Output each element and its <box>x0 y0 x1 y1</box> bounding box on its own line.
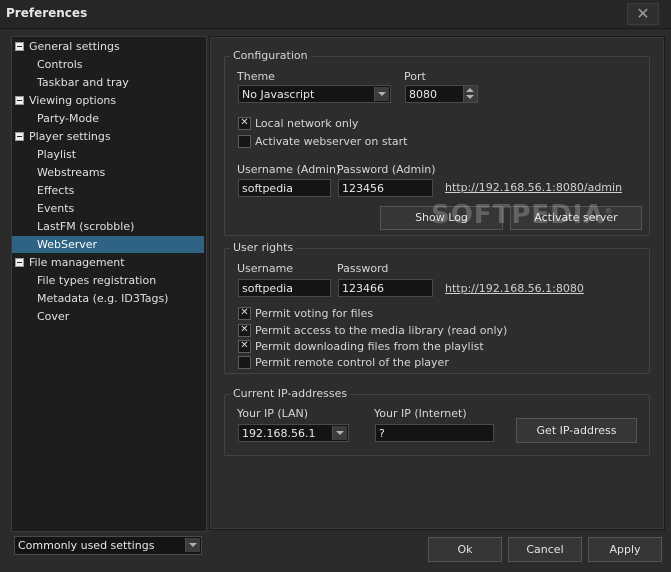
tree-item[interactable]: Effects <box>12 182 204 199</box>
collapse-icon[interactable] <box>15 42 24 51</box>
tree-item[interactable]: Taskbar and tray <box>12 74 204 91</box>
port-value: 8080 <box>409 88 437 101</box>
tree-item[interactable]: Viewing options <box>12 92 204 109</box>
window-title: Preferences <box>6 6 88 20</box>
permit-library-checkbox[interactable]: ✕ <box>238 324 251 337</box>
settings-filter-combo[interactable]: Commonly used settings <box>14 536 202 555</box>
admin-password-field[interactable]: 123456 <box>338 179 433 197</box>
tree-item[interactable]: LastFM (scrobble) <box>12 218 204 235</box>
tree-item-label: Taskbar and tray <box>37 76 129 89</box>
internet-ip-field[interactable]: ? <box>375 424 494 442</box>
get-ip-button[interactable]: Get IP-address <box>516 418 637 443</box>
tree-item-label: File management <box>29 256 125 269</box>
tree-item-label: Cover <box>37 310 70 323</box>
admin-url-link[interactable]: http://192.168.56.1:8080/admin <box>445 181 622 194</box>
theme-label: Theme <box>237 70 275 83</box>
tree-item[interactable]: File types registration <box>12 272 204 289</box>
permit-voting-checkbox[interactable]: ✕ <box>238 307 251 320</box>
password-label: Password <box>337 262 389 275</box>
permit-voting-label: Permit voting for files <box>255 307 374 320</box>
admin-password-label: Password (Admin) <box>337 163 436 176</box>
activate-on-start-label: Activate webserver on start <box>255 135 408 148</box>
permit-remote-label: Permit remote control of the player <box>255 356 449 369</box>
user-url-link[interactable]: http://192.168.56.1:8080 <box>445 282 584 295</box>
username-field[interactable]: softpedia <box>238 279 331 297</box>
settings-filter-value: Commonly used settings <box>18 539 155 552</box>
tree-item[interactable]: Party-Mode <box>12 110 204 127</box>
collapse-icon[interactable] <box>15 96 24 105</box>
close-icon: ✕ <box>636 4 650 23</box>
tree-item-label: Effects <box>37 184 75 197</box>
tree-item-label: General settings <box>29 40 120 53</box>
admin-username-label: Username (Admin) <box>237 163 341 176</box>
tree-item-label: Events <box>37 202 75 215</box>
permit-download-checkbox[interactable]: ✕ <box>238 340 251 353</box>
close-button[interactable]: ✕ <box>627 3 659 25</box>
permit-library-label: Permit access to the media library (read… <box>255 324 508 337</box>
tree-item[interactable]: Cover <box>12 308 204 325</box>
tree-item-label: Viewing options <box>29 94 117 107</box>
theme-combo[interactable]: No Javascript <box>238 85 391 103</box>
tree-item-label: WebServer <box>37 238 98 251</box>
local-network-checkbox[interactable]: ✕ <box>238 117 251 130</box>
activate-on-start-checkbox[interactable] <box>238 135 251 148</box>
tree-item[interactable]: Metadata (e.g. ID3Tags) <box>12 290 204 307</box>
watermark-mark: ® <box>604 206 614 216</box>
tree-item-label: Controls <box>37 58 83 71</box>
lan-ip-label: Your IP (LAN) <box>237 407 309 420</box>
permit-download-label: Permit downloading files from the playli… <box>255 340 484 353</box>
admin-username-field[interactable]: softpedia <box>238 179 331 197</box>
collapse-icon[interactable] <box>15 258 24 267</box>
webserver-panel: Configuration Theme No Javascript Port 8… <box>209 36 665 530</box>
port-stepper[interactable]: 8080 <box>405 85 478 103</box>
tree-item-label: Party-Mode <box>37 112 99 125</box>
cancel-button[interactable]: Cancel <box>508 537 582 562</box>
tree-item-label: Webstreams <box>37 166 106 179</box>
title-bar <box>0 0 671 29</box>
tree-item[interactable]: Events <box>12 200 204 217</box>
tree-item-label: File types registration <box>37 274 157 287</box>
softpedia-watermark: SOFTPEDIA® <box>431 200 614 230</box>
theme-value: No Javascript <box>242 88 315 101</box>
lan-ip-value: 192.168.56.1 <box>242 427 316 440</box>
settings-tree[interactable]: General settings Controls Taskbar and tray… <box>11 36 207 532</box>
port-label: Port <box>404 70 426 83</box>
tree-item[interactable]: Player settings <box>12 128 204 145</box>
tree-item-label: LastFM (scrobble) <box>37 220 135 233</box>
tree-item[interactable]: Webstreams <box>12 164 204 181</box>
chevron-down-icon[interactable] <box>332 426 347 440</box>
internet-ip-label: Your IP (Internet) <box>374 407 467 420</box>
spin-icon[interactable] <box>463 86 477 102</box>
watermark-text: SOFTPEDIA <box>431 200 605 230</box>
tree-item-label: Metadata (e.g. ID3Tags) <box>37 292 169 305</box>
permit-remote-checkbox[interactable] <box>238 356 251 369</box>
password-field[interactable]: 123466 <box>338 279 433 297</box>
tree-item-label: Playlist <box>37 148 77 161</box>
user-rights-group-title: User rights <box>230 241 297 254</box>
chevron-down-icon[interactable] <box>374 87 389 101</box>
tree-item[interactable]: File management <box>12 254 204 271</box>
username-label: Username <box>237 262 294 275</box>
local-network-label: Local network only <box>255 117 359 130</box>
tree-item[interactable]: General settings <box>12 38 204 55</box>
lan-ip-combo[interactable]: 192.168.56.1 <box>238 424 349 442</box>
chevron-down-icon[interactable] <box>185 538 200 552</box>
apply-button[interactable]: Apply <box>588 537 662 562</box>
tree-item[interactable]: WebServer <box>12 236 204 253</box>
configuration-group-title: Configuration <box>230 49 311 62</box>
tree-item[interactable]: Controls <box>12 56 204 73</box>
tree-item[interactable]: Playlist <box>12 146 204 163</box>
collapse-icon[interactable] <box>15 132 24 141</box>
ok-button[interactable]: Ok <box>428 537 502 562</box>
ip-addresses-group-title: Current IP-addresses <box>230 387 351 400</box>
tree-item-label: Player settings <box>29 130 111 143</box>
